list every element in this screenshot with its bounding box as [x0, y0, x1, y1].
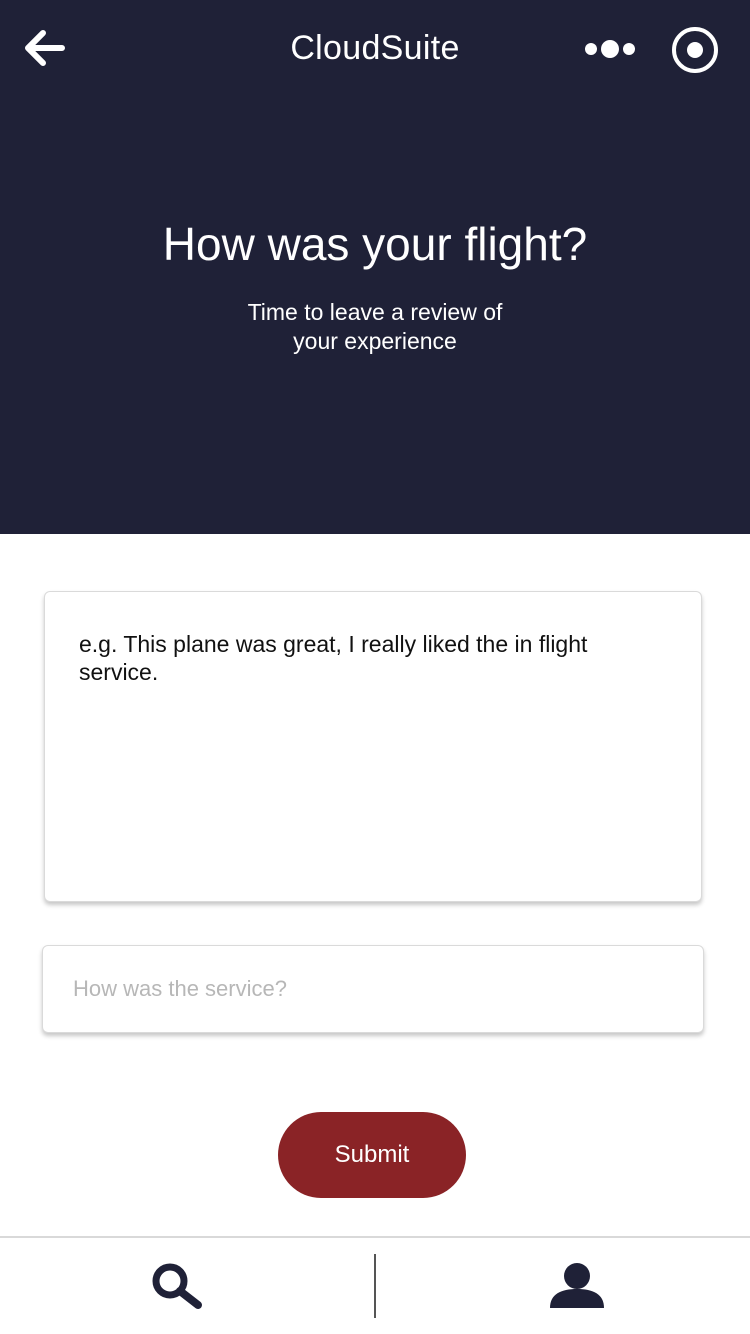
review-textarea[interactable]: e.g. This plane was great, I really like… [44, 591, 702, 902]
more-dots-icon-right [623, 43, 635, 55]
top-bar: CloudSuite [0, 0, 750, 96]
more-dots-icon [585, 43, 597, 55]
record-circle-button[interactable] [672, 27, 718, 73]
user-icon [550, 1263, 604, 1308]
service-rating-input[interactable] [42, 945, 704, 1033]
record-circle-icon [687, 42, 703, 58]
nav-search-button[interactable] [0, 1238, 374, 1334]
review-screen: CloudSuite How was your flight? Time to … [0, 0, 750, 1334]
page-subtitle: Time to leave a review of your experienc… [247, 299, 503, 354]
more-options-button[interactable] [578, 28, 642, 70]
more-dots-icon-center [601, 40, 619, 58]
submit-button[interactable]: Submit [278, 1112, 466, 1198]
search-icon [152, 1263, 202, 1309]
nav-profile-button[interactable] [376, 1238, 750, 1334]
page-title: How was your flight? [162, 218, 588, 270]
bottom-nav [0, 1236, 750, 1334]
header: CloudSuite How was your flight? Time to … [0, 0, 750, 534]
